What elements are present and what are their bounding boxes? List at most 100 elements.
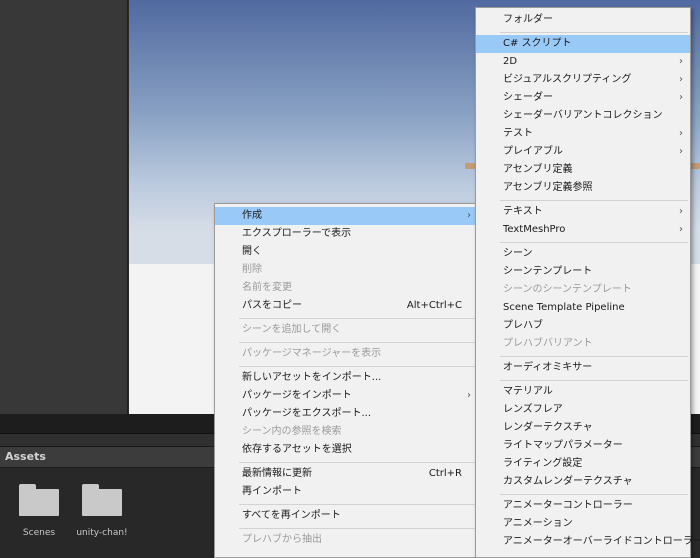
menu-item-open[interactable]: 開く [215, 243, 478, 261]
submenu-item-textmeshpro[interactable]: TextMeshPro › [476, 221, 690, 239]
folder-icon [82, 484, 122, 516]
submenu-item-audio-mixer[interactable]: オーディオミキサー [476, 359, 690, 377]
menu-item-label: テキスト [503, 206, 543, 217]
submenu-item-material[interactable]: マテリアル [476, 383, 690, 401]
menu-item-copy-path[interactable]: パスをコピー Alt+Ctrl+C [215, 297, 478, 315]
menu-item-label: パッケージマネージャーを表示 [242, 348, 382, 359]
menu-item-label: ライティング設定 [503, 458, 583, 469]
menu-item-label: TextMeshPro [503, 224, 566, 235]
menu-item-label: 再インポート [242, 486, 302, 497]
chevron-right-icon: › [679, 92, 683, 103]
submenu-item-custom-render-texture[interactable]: カスタムレンダーテクスチャ [476, 473, 690, 491]
asset-folder-scenes[interactable]: Scenes [9, 484, 69, 538]
menu-item-find-references: シーン内の参照を検索 [215, 423, 478, 441]
chevron-right-icon: › [467, 390, 471, 401]
menu-item-label: プレハブバリアント [503, 338, 593, 349]
submenu-item-visual-scripting[interactable]: ビジュアルスクリプティング › [476, 71, 690, 89]
menu-separator [500, 380, 688, 381]
submenu-item-lightmap-parameters[interactable]: ライトマップパラメーター [476, 437, 690, 455]
menu-item-label: パスをコピー [242, 300, 302, 311]
menu-separator [239, 528, 476, 529]
menu-item-label: 新しいアセットをインポート... [242, 372, 382, 383]
submenu-item-scene-template[interactable]: シーンテンプレート [476, 263, 690, 281]
menu-item-label: アセンブリ定義 [503, 164, 573, 175]
menu-item-label: カスタムレンダーテクスチャ [503, 476, 633, 487]
menu-item-label: シェーダーバリアントコレクション [503, 110, 663, 121]
menu-item-label: アニメーターコントローラー [503, 500, 633, 511]
menu-item-label: テスト [503, 128, 533, 139]
submenu-item-lens-flare[interactable]: レンズフレア [476, 401, 690, 419]
chevron-right-icon: › [679, 56, 683, 67]
menu-item-shortcut: Ctrl+R [428, 468, 462, 479]
submenu-item-render-texture[interactable]: レンダーテクスチャ [476, 419, 690, 437]
submenu-item-scene-template-pipeline[interactable]: Scene Template Pipeline [476, 299, 690, 317]
menu-item-label: パッケージをインポート [242, 390, 352, 401]
menu-item-create[interactable]: 作成 › [215, 207, 478, 225]
menu-separator [239, 342, 476, 343]
submenu-item-assembly-definition[interactable]: アセンブリ定義 [476, 161, 690, 179]
submenu-item-2d[interactable]: 2D › [476, 53, 690, 71]
submenu-item-text[interactable]: テキスト › [476, 203, 690, 221]
menu-item-export-package[interactable]: パッケージをエクスポート... [215, 405, 478, 423]
menu-item-label: レンダーテクスチャ [503, 422, 593, 433]
menu-item-shortcut: Alt+Ctrl+C [406, 300, 462, 311]
menu-item-label: Scene Template Pipeline [503, 302, 625, 313]
menu-item-label: 最新情報に更新 [242, 468, 312, 479]
submenu-item-animator-override-controller[interactable]: アニメーターオーバーライドコントローラー [476, 533, 700, 551]
menu-separator [500, 32, 688, 33]
menu-item-show-in-explorer[interactable]: エクスプローラーで表示 [215, 225, 478, 243]
submenu-item-scene[interactable]: シーン [476, 245, 690, 263]
menu-item-label: 2D [503, 56, 518, 67]
menu-item-label: 削除 [242, 264, 262, 275]
submenu-item-prefab[interactable]: プレハブ [476, 317, 690, 335]
submenu-item-scene-template-from-scene: シーンのシーンテンプレート [476, 281, 690, 299]
menu-item-import-package[interactable]: パッケージをインポート › [215, 387, 478, 405]
submenu-item-lighting-settings[interactable]: ライティング設定 [476, 455, 690, 473]
menu-item-rename: 名前を変更 [215, 279, 478, 297]
chevron-right-icon: › [679, 224, 683, 235]
context-menu: 作成 › エクスプローラーで表示 開く 削除 名前を変更 パスをコピー Alt+… [214, 203, 479, 558]
menu-item-label: シーンを追加して開く [242, 324, 342, 335]
menu-item-label: レンズフレア [503, 404, 563, 415]
menu-separator [500, 242, 688, 243]
submenu-item-animator-controller[interactable]: アニメーターコントローラー [476, 497, 690, 515]
menu-item-select-dependencies[interactable]: 依存するアセットを選択 [215, 441, 478, 459]
submenu-item-shader[interactable]: シェーダー › [476, 89, 690, 107]
menu-item-label: マテリアル [503, 386, 553, 397]
menu-item-extract-from-prefab: プレハブから抽出 [215, 531, 478, 549]
menu-item-import-new-asset[interactable]: 新しいアセットをインポート... [215, 369, 478, 387]
submenu-item-animation[interactable]: アニメーション [476, 515, 690, 533]
menu-item-reimport[interactable]: 再インポート [215, 483, 478, 501]
submenu-item-csharp-script[interactable]: C# スクリプト [476, 35, 690, 53]
menu-item-label: 作成 [242, 210, 262, 221]
menu-item-label: パッケージをエクスポート... [242, 408, 372, 419]
menu-item-reimport-all[interactable]: すべてを再インポート [215, 507, 478, 525]
menu-item-label: シーンのシーンテンプレート [503, 284, 632, 295]
submenu-item-prefab-variant: プレハブバリアント [476, 335, 690, 353]
chevron-right-icon: › [679, 206, 683, 217]
chevron-right-icon: › [467, 210, 471, 221]
chevron-right-icon: › [679, 146, 683, 157]
menu-item-label: アニメーション [503, 518, 573, 529]
menu-separator [239, 504, 476, 505]
menu-item-label: アニメーターオーバーライドコントローラー [503, 536, 700, 547]
submenu-item-shader-variant-collection[interactable]: シェーダーバリアントコレクション [476, 107, 690, 125]
menu-item-label: シェーダー [503, 92, 553, 103]
folder-icon [19, 484, 59, 516]
menu-item-refresh[interactable]: 最新情報に更新 Ctrl+R [215, 465, 478, 483]
asset-folder-unity-chan[interactable]: unity-chan! [72, 484, 132, 538]
submenu-item-testing[interactable]: テスト › [476, 125, 690, 143]
menu-item-label: すべてを再インポート [242, 510, 341, 521]
menu-item-open-scene-additive: シーンを追加して開く [215, 321, 478, 339]
menu-item-label: シーン [503, 248, 533, 259]
menu-item-label: プレハブ [503, 320, 543, 331]
asset-label: Scenes [22, 528, 56, 538]
menu-item-label: シーン内の参照を検索 [242, 426, 342, 437]
submenu-item-assembly-definition-reference[interactable]: アセンブリ定義参照 [476, 179, 690, 197]
menu-item-delete: 削除 [215, 261, 478, 279]
asset-label: unity-chan! [76, 528, 128, 538]
submenu-item-folder[interactable]: フォルダー [476, 11, 690, 29]
submenu-item-playables[interactable]: プレイアブル › [476, 143, 690, 161]
menu-item-label: ライトマップパラメーター [503, 440, 623, 451]
menu-item-label: C# スクリプト [503, 38, 572, 49]
